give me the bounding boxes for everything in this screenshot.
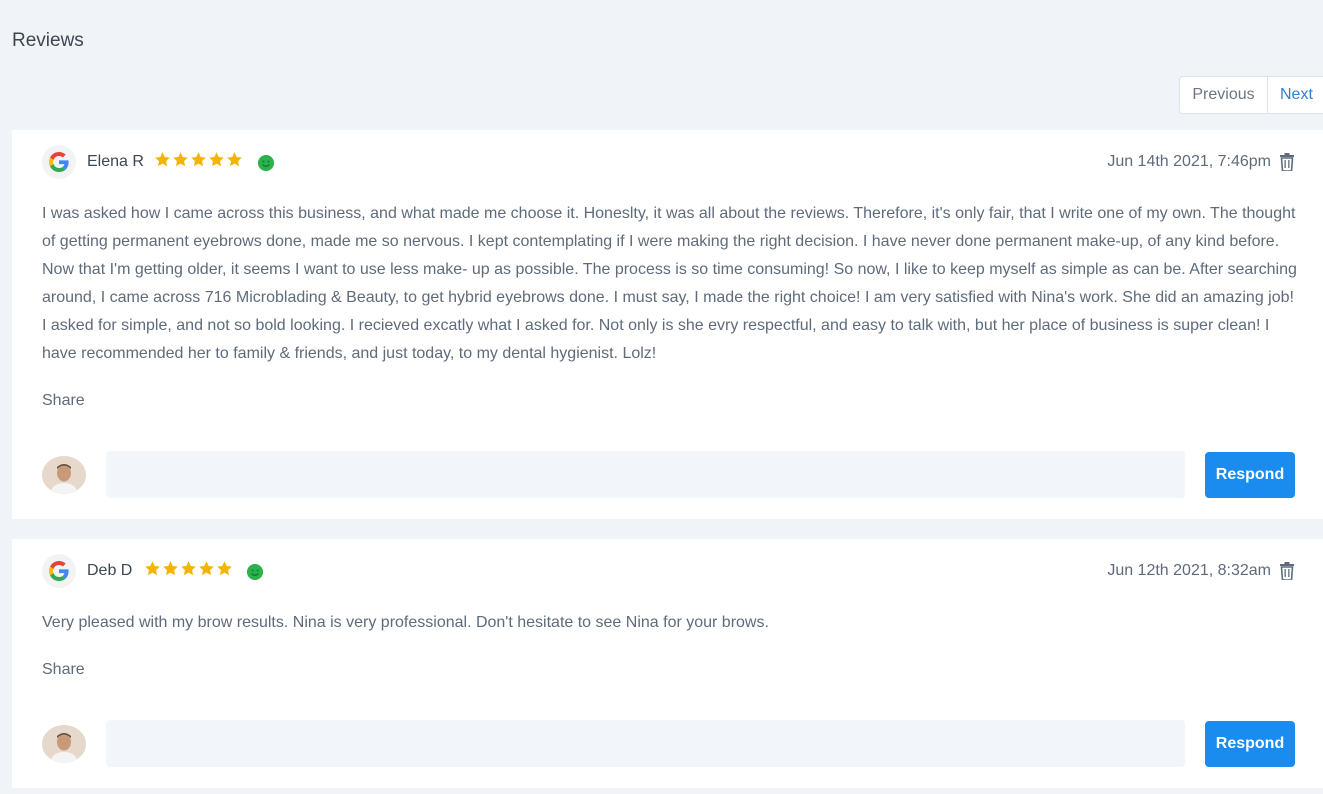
google-icon <box>42 145 76 179</box>
star-icon <box>173 152 188 167</box>
reviewer-name: Elena R <box>87 153 144 170</box>
share-link[interactable]: Share <box>42 392 85 410</box>
reviewer-name: Deb D <box>87 562 133 579</box>
respond-button[interactable]: Respond <box>1205 721 1295 767</box>
positive-sentiment-icon <box>247 564 263 580</box>
review-date: Jun 14th 2021, 7:46pm <box>1107 153 1271 170</box>
star-icon <box>209 152 224 167</box>
review-text: I was asked how I came across this busin… <box>42 205 1297 362</box>
star-icon <box>191 152 206 167</box>
star-icon <box>227 152 242 167</box>
trash-icon[interactable] <box>1279 562 1295 580</box>
review-text: Very pleased with my brow results. Nina … <box>42 614 769 631</box>
star-icon <box>217 561 232 576</box>
reply-input[interactable] <box>106 451 1185 498</box>
positive-sentiment-icon <box>258 155 274 171</box>
star-icon <box>145 561 160 576</box>
pagination: Previous Next <box>1179 76 1323 114</box>
previous-button[interactable]: Previous <box>1180 77 1268 113</box>
star-icon <box>155 152 170 167</box>
star-rating <box>154 151 243 168</box>
star-icon <box>199 561 214 576</box>
trash-icon[interactable] <box>1279 153 1295 171</box>
respond-button[interactable]: Respond <box>1205 452 1295 498</box>
page-title: Reviews <box>12 30 84 51</box>
reply-input[interactable] <box>106 720 1185 767</box>
review-card: Deb D Jun 12th 2021, 8:32am Very pleased… <box>12 539 1323 788</box>
star-icon <box>163 561 178 576</box>
avatar <box>42 456 86 494</box>
star-rating <box>144 560 233 577</box>
google-icon <box>42 554 76 588</box>
review-date: Jun 12th 2021, 8:32am <box>1107 562 1271 579</box>
star-icon <box>181 561 196 576</box>
next-button[interactable]: Next <box>1268 77 1323 113</box>
share-link[interactable]: Share <box>42 661 85 679</box>
avatar <box>42 725 86 763</box>
review-card: Elena R Jun 14th 2021, 7:46pm I was aske… <box>12 130 1323 519</box>
